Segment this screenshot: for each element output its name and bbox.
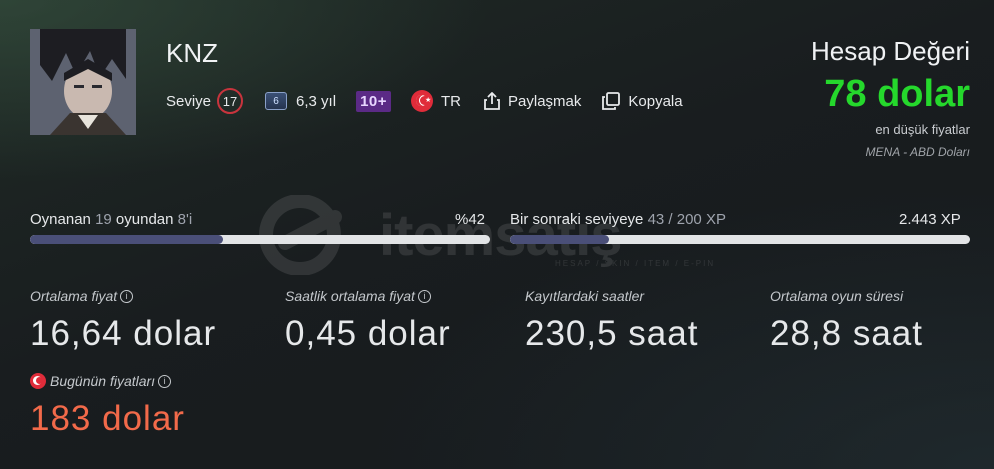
account-value-amount: 78 dolar (824, 73, 970, 115)
level-badge: 17 (217, 88, 244, 114)
next-level-text: Bir sonraki seviyeye 43 / 200 XP (510, 211, 726, 228)
copy-label: Kopyala (628, 92, 683, 110)
xp-progress-bar (510, 235, 970, 244)
turkey-flag-icon: ★ (411, 90, 434, 112)
account-value-panel: Hesap Değeri 78 dolar en düşük fiyatlar … (811, 36, 970, 159)
share-label: Paylaşmak (508, 92, 582, 110)
country-code: TR (441, 92, 462, 110)
games-count-badge: 10+ (356, 90, 392, 112)
stat-hourly-average-price: Saatlik ortalama fiyat i 0,45 dolar (285, 288, 451, 354)
stat-today-prices: Bugünün fiyatları i 183 dolar (30, 373, 185, 439)
stat-value: 0,45 dolar (285, 314, 451, 353)
info-icon[interactable]: i (158, 374, 172, 388)
share-icon (484, 92, 500, 110)
stat-label: Bugünün fiyatları (50, 373, 156, 389)
info-icon[interactable]: i (120, 289, 134, 303)
years-badge-icon: 6 (265, 92, 288, 110)
years-on-platform: 6,3 yıl (296, 92, 337, 110)
games-played-progress-bar (30, 235, 490, 244)
account-value-title: Hesap Değeri (811, 36, 970, 66)
turkey-flag-icon (30, 373, 46, 389)
stat-recorded-hours: Kayıtlardaki saatler 230,5 saat (525, 288, 698, 354)
copy-button[interactable]: Kopyala (601, 91, 683, 111)
games-played-text: Oynanan 19 oyundan 8'i (30, 211, 193, 228)
stat-value: 183 dolar (30, 399, 185, 438)
account-value-region: MENA - ABD Doları (865, 145, 970, 159)
stat-average-playtime: Ortalama oyun süresi 28,8 saat (770, 288, 923, 354)
xp-total: 2.443 XP (899, 211, 961, 228)
stat-average-price: Ortalama fiyat i 16,64 dolar (30, 288, 216, 354)
stat-label: Saatlik ortalama fiyat (285, 288, 415, 304)
avatar (30, 29, 136, 135)
stat-value: 28,8 saat (770, 314, 923, 353)
games-played-percent: %42 (455, 211, 486, 228)
xp-progress-fill (510, 235, 609, 244)
avatar-image (30, 29, 136, 135)
stat-label: Ortalama fiyat (30, 288, 118, 304)
stat-label: Kayıtlardaki saatler (525, 288, 645, 304)
profile-meta-row: Seviye 17 6 6,3 yıl 10+ ★ TR Paylaşmak K… (166, 88, 703, 114)
account-value-note: en düşük fiyatlar (875, 122, 970, 137)
info-icon[interactable]: i (417, 289, 431, 303)
copy-icon (602, 92, 621, 110)
level-label: Seviye (166, 92, 212, 110)
stat-value: 16,64 dolar (30, 314, 217, 353)
stat-label: Ortalama oyun süresi (770, 288, 904, 304)
stat-value: 230,5 saat (525, 314, 699, 353)
share-button[interactable]: Paylaşmak (483, 91, 581, 111)
watermark-tagline: HESAP / SKIN / ITEM / E-PIN (555, 259, 716, 268)
username: KNZ (166, 38, 218, 68)
games-played-progress-fill (30, 235, 224, 244)
